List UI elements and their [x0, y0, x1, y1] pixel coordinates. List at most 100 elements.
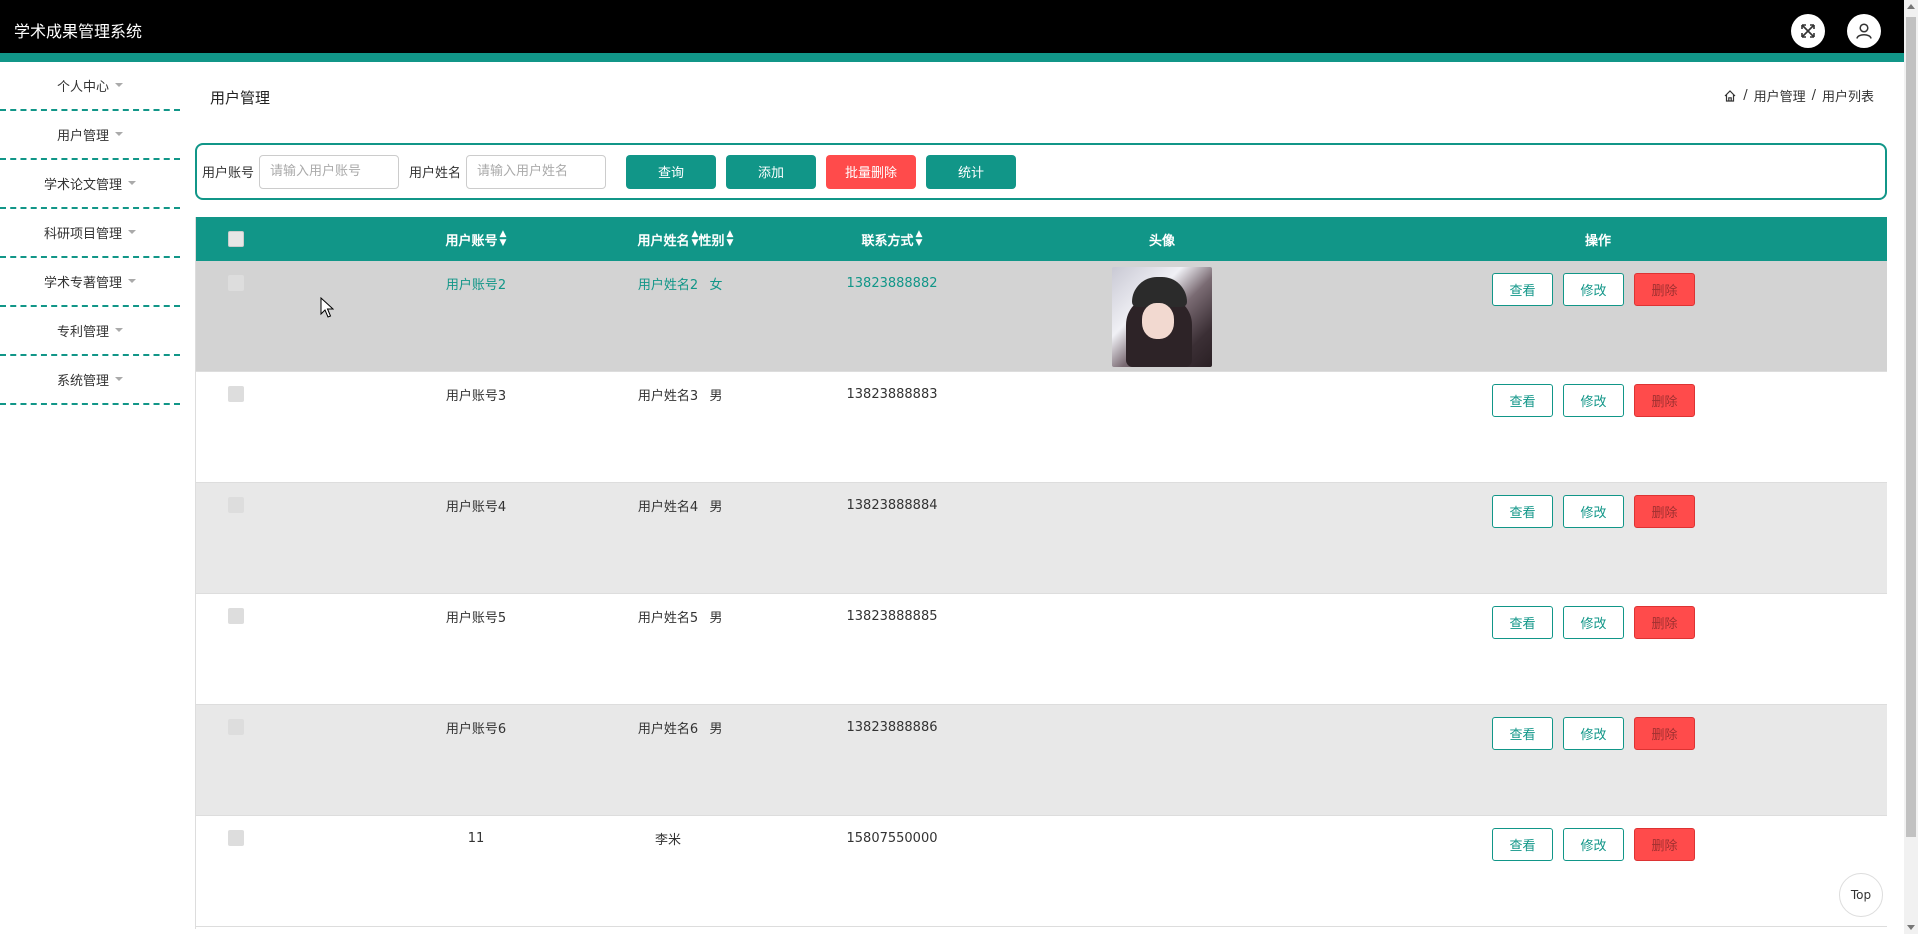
breadcrumb-item-user-list: 用户列表	[1821, 90, 1874, 105]
delete-button[interactable]: 删除	[1634, 717, 1695, 750]
sidebar-item-system-management[interactable]: 系统管理	[0, 356, 180, 405]
batch-delete-button[interactable]: 批量删除	[826, 154, 917, 189]
row-checkbox[interactable]	[228, 608, 244, 624]
row-actions: 查看 修改 删除	[1492, 495, 1695, 528]
view-button[interactable]: 查看	[1492, 384, 1553, 417]
table-header: 用户账号 ▲ ▼ 用户姓名 ▲ ▼ 性别 ▲ ▼ 联系方式 ▲ ▼ 头像 操作	[196, 217, 1887, 261]
sort-icon[interactable]: ▲ ▼	[500, 230, 507, 248]
user-icon	[1856, 23, 1872, 39]
view-button[interactable]: 查看	[1492, 495, 1553, 528]
caret-down-icon	[128, 278, 136, 283]
sort-icon[interactable]: ▲ ▼	[727, 230, 734, 248]
fullscreen-button[interactable]	[1791, 14, 1825, 48]
user-table: 用户账号 ▲ ▼ 用户姓名 ▲ ▼ 性别 ▲ ▼ 联系方式 ▲ ▼ 头像 操作 用户账号2 用户…	[195, 217, 1887, 929]
search-bar: 用户账号 用户姓名 查询 添加 批量删除 统计	[195, 143, 1887, 200]
column-header-phone[interactable]: 联系方式 ▲ ▼	[792, 217, 992, 261]
cell-phone: 13823888883	[846, 386, 938, 402]
view-button[interactable]: 查看	[1492, 828, 1553, 861]
fullscreen-icon	[1801, 24, 1815, 38]
breadcrumb-separator: /	[1811, 88, 1816, 103]
back-to-top-button[interactable]: Top	[1839, 873, 1883, 917]
user-menu-button[interactable]	[1847, 14, 1881, 48]
row-actions: 查看 修改 删除	[1492, 384, 1695, 417]
sidebar-item-label: 学术论文管理	[43, 178, 122, 193]
cell-phone: 13823888886	[846, 719, 938, 735]
cell-sex: 女	[709, 277, 723, 293]
vertical-scrollbar[interactable]	[1904, 0, 1918, 934]
breadcrumb: / 用户管理 / 用户列表	[1723, 86, 1874, 105]
account-search-input[interactable]	[259, 154, 400, 189]
top-bar: 学术成果管理系统	[0, 0, 1904, 53]
cell-sex: 男	[709, 388, 723, 404]
sidebar: 个人中心 用户管理 学术论文管理 科研项目管理 学术专著管理 专利管理 系统管理	[0, 62, 180, 405]
cell-phone: 15807550000	[846, 830, 938, 846]
sidebar-item-label: 学术专著管理	[43, 276, 122, 291]
cell-account: 用户账号3	[445, 388, 507, 404]
row-checkbox[interactable]	[228, 830, 244, 846]
column-header-sex[interactable]: 性别 ▲ ▼	[616, 217, 816, 261]
column-header-ops: 操作	[1498, 217, 1698, 261]
sidebar-item-personal-center[interactable]: 个人中心	[0, 62, 180, 111]
home-icon[interactable]	[1723, 89, 1737, 103]
delete-button[interactable]: 删除	[1634, 495, 1695, 528]
edit-button[interactable]: 修改	[1563, 717, 1624, 750]
edit-button[interactable]: 修改	[1563, 273, 1624, 306]
select-all-cell	[228, 217, 244, 261]
view-button[interactable]: 查看	[1492, 273, 1553, 306]
table-row[interactable]: 11 李米 15807550000 查看 修改 删除	[196, 816, 1887, 927]
select-all-checkbox[interactable]	[228, 231, 244, 247]
sidebar-item-label: 用户管理	[56, 129, 109, 144]
edit-button[interactable]: 修改	[1563, 495, 1624, 528]
cell-phone: 13823888885	[846, 608, 938, 624]
table-row[interactable]: 用户账号3 用户姓名3 男 13823888883 查看 修改 删除	[196, 372, 1887, 483]
delete-button[interactable]: 删除	[1634, 606, 1695, 639]
row-checkbox[interactable]	[228, 497, 244, 513]
sidebar-item-label: 个人中心	[56, 80, 109, 95]
stats-button[interactable]: 统计	[926, 154, 1017, 189]
column-header-label: 操作	[1584, 233, 1611, 249]
sidebar-item-patent-management[interactable]: 专利管理	[0, 307, 180, 356]
scroll-down-icon[interactable]	[1907, 925, 1915, 930]
row-checkbox[interactable]	[228, 719, 244, 735]
row-checkbox-cell	[228, 495, 244, 515]
edit-button[interactable]: 修改	[1563, 828, 1624, 861]
caret-down-icon	[115, 82, 123, 87]
breadcrumb-item-user-management[interactable]: 用户管理	[1754, 86, 1806, 105]
sidebar-item-label: 系统管理	[56, 374, 109, 389]
scroll-up-icon[interactable]	[1907, 4, 1915, 9]
sidebar-item-label: 科研项目管理	[43, 227, 122, 242]
sort-icon[interactable]: ▲ ▼	[916, 230, 923, 248]
sidebar-item-project-management[interactable]: 科研项目管理	[0, 209, 180, 258]
delete-button[interactable]: 删除	[1634, 384, 1695, 417]
delete-button[interactable]: 删除	[1634, 828, 1695, 861]
add-button[interactable]: 添加	[726, 154, 817, 189]
row-checkbox[interactable]	[228, 386, 244, 402]
avatar	[1112, 267, 1212, 367]
scrollbar-thumb[interactable]	[1906, 17, 1916, 837]
view-button[interactable]: 查看	[1492, 606, 1553, 639]
sidebar-item-monograph-management[interactable]: 学术专著管理	[0, 258, 180, 307]
cell-account: 用户账号2	[445, 277, 507, 293]
row-checkbox-cell	[228, 717, 244, 737]
table-row[interactable]: 用户账号2 用户姓名2 女 13823888882 查看 修改 删除	[196, 261, 1887, 372]
table-row[interactable]: 用户账号5 用户姓名5 男 13823888885 查看 修改 删除	[196, 594, 1887, 705]
row-checkbox[interactable]	[228, 275, 244, 291]
caret-down-icon	[115, 131, 123, 136]
view-button[interactable]: 查看	[1492, 717, 1553, 750]
column-header-account[interactable]: 用户账号 ▲ ▼	[376, 217, 576, 261]
sidebar-item-user-management[interactable]: 用户管理	[0, 111, 180, 160]
delete-button[interactable]: 删除	[1634, 273, 1695, 306]
app-title: 学术成果管理系统	[14, 22, 143, 41]
cell-account: 用户账号6	[445, 721, 507, 737]
table-row[interactable]: 用户账号6 用户姓名6 男 13823888886 查看 修改 删除	[196, 705, 1887, 816]
row-checkbox-cell	[228, 828, 244, 848]
account-label: 用户账号	[202, 166, 255, 181]
sidebar-item-label: 专利管理	[56, 325, 109, 340]
query-button[interactable]: 查询	[626, 154, 717, 189]
sidebar-item-paper-management[interactable]: 学术论文管理	[0, 160, 180, 209]
edit-button[interactable]: 修改	[1563, 384, 1624, 417]
edit-button[interactable]: 修改	[1563, 606, 1624, 639]
table-row[interactable]: 用户账号4 用户姓名4 男 13823888884 查看 修改 删除	[196, 483, 1887, 594]
caret-down-icon	[115, 327, 123, 332]
name-search-input[interactable]	[466, 154, 607, 189]
